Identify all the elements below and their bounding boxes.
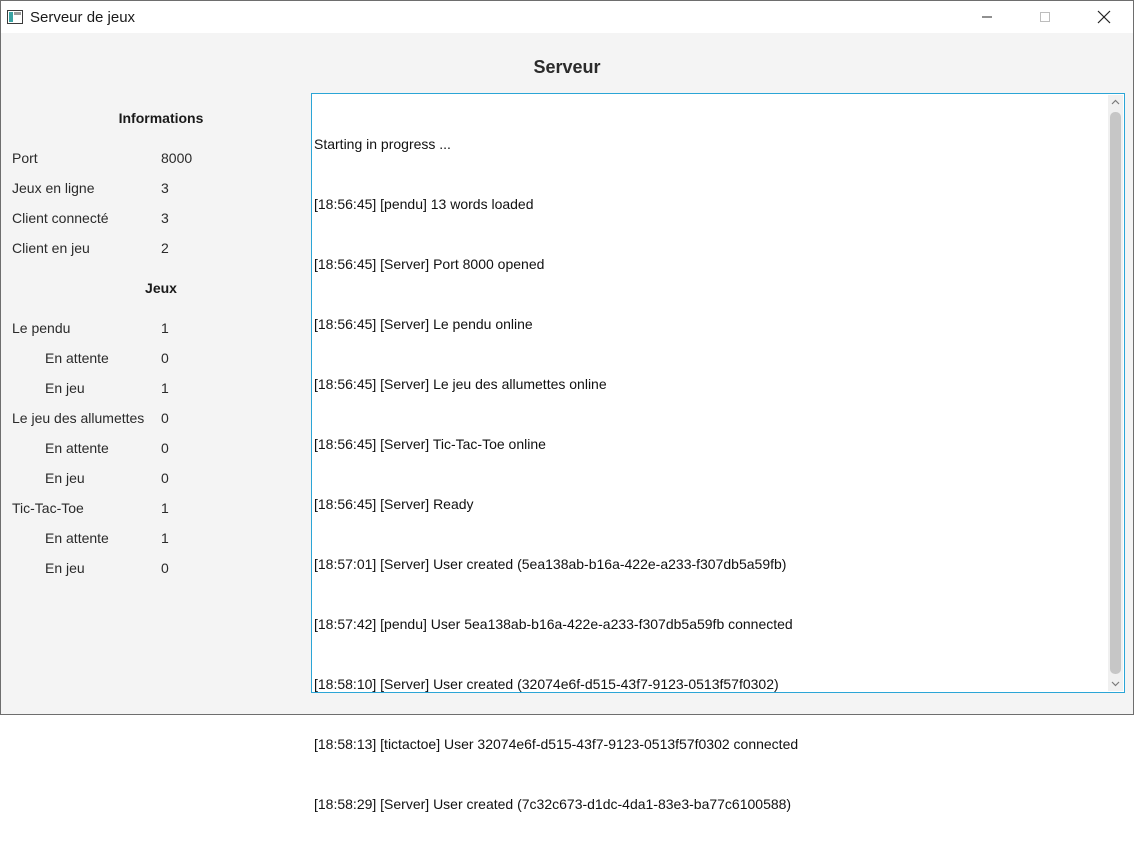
game-value-tictactoe: 1 — [161, 500, 169, 516]
info-value-port: 8000 — [161, 150, 193, 166]
info-label-clients-in-game: Client en jeu — [12, 240, 90, 256]
game-label-tictactoe-playing: En jeu — [45, 560, 85, 576]
log-line: [18:56:45] [Server] Le pendu online — [314, 316, 533, 332]
informations-heading: Informations — [118, 110, 204, 126]
info-label-port: Port — [12, 150, 38, 166]
chevron-down-icon — [1111, 681, 1120, 687]
server-log-textarea[interactable]: Starting in progress ... [18:56:45] [pen… — [311, 93, 1125, 812]
scroll-down-button[interactable] — [1108, 677, 1123, 691]
close-icon — [1097, 10, 1111, 24]
maximize-button[interactable] — [1016, 1, 1074, 33]
game-label-allumettes: Le jeu des allumettes — [12, 410, 145, 426]
games-heading: Jeux — [145, 280, 177, 296]
info-value-clients-in-game: 2 — [161, 240, 169, 256]
game-label-tictactoe-waiting: En attente — [45, 530, 109, 546]
game-value-allumettes-waiting: 0 — [161, 440, 169, 456]
log-line: [18:57:01] [Server] User created (5ea138… — [314, 556, 787, 572]
game-value-allumettes-playing: 0 — [161, 470, 169, 486]
log-line: [18:56:45] [pendu] 13 words loaded — [314, 196, 534, 212]
log-line: [18:58:13] [tictactoe] User 32074e6f-d51… — [314, 736, 799, 752]
log-vertical-scrollbar[interactable] — [1108, 95, 1123, 691]
log-line: [18:57:42] [pendu] User 5ea138ab-b16a-42… — [314, 616, 793, 632]
window-app-icon — [7, 10, 23, 24]
game-label-pendu-playing: En jeu — [45, 380, 85, 396]
scroll-up-button[interactable] — [1108, 95, 1123, 109]
log-line: [18:56:45] [Server] Le jeu des allumette… — [314, 376, 607, 392]
minimize-button[interactable] — [958, 1, 1016, 33]
game-value-pendu: 1 — [161, 320, 169, 336]
game-label-allumettes-playing: En jeu — [45, 470, 85, 486]
app-window: Serveur de jeux Serveur Informations Por… — [0, 0, 1134, 812]
maximize-icon — [1040, 12, 1050, 22]
game-label-allumettes-waiting: En attente — [45, 440, 109, 456]
info-value-clients-connected: 3 — [161, 210, 169, 226]
log-lines: Starting in progress ... [18:56:45] [pen… — [314, 94, 798, 854]
game-value-pendu-waiting: 0 — [161, 350, 169, 366]
game-value-pendu-playing: 1 — [161, 380, 169, 396]
scroll-thumb[interactable] — [1110, 112, 1121, 674]
info-label-clients-connected: Client connecté — [12, 210, 109, 226]
info-label-games-online: Jeux en ligne — [12, 180, 95, 196]
close-button[interactable] — [1075, 1, 1133, 33]
game-value-allumettes: 0 — [161, 410, 169, 426]
log-line: [18:56:45] [Server] Ready — [314, 496, 474, 512]
log-line: [18:58:10] [Server] User created (32074e… — [314, 676, 779, 692]
log-line: [18:58:29] [Server] User created (7c32c6… — [314, 796, 792, 812]
title-bar[interactable]: Serveur de jeux — [1, 1, 1133, 33]
chevron-up-icon — [1111, 99, 1120, 105]
info-value-games-online: 3 — [161, 180, 169, 196]
game-label-tictactoe: Tic-Tac-Toe — [12, 500, 84, 516]
page-title: Serveur — [533, 57, 601, 77]
minimize-icon — [982, 16, 992, 18]
log-line: [18:56:45] [Server] Port 8000 opened — [314, 256, 545, 272]
game-label-pendu-waiting: En attente — [45, 350, 109, 366]
game-label-pendu: Le pendu — [12, 320, 71, 336]
log-line: Starting in progress ... — [314, 136, 451, 152]
game-value-tictactoe-waiting: 1 — [161, 530, 169, 546]
game-value-tictactoe-playing: 0 — [161, 560, 169, 576]
log-line: [18:56:45] [Server] Tic-Tac-Toe online — [314, 436, 546, 452]
window-title: Serveur de jeux — [30, 9, 136, 26]
